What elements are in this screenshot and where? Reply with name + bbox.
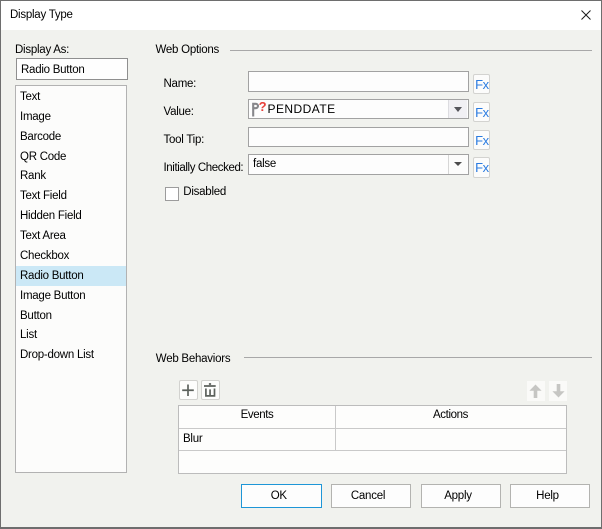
svg-text:?: ? <box>259 100 267 114</box>
